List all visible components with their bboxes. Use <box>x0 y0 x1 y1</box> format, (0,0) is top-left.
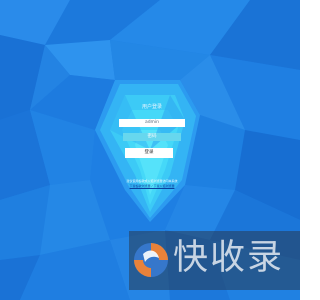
login-title: 用户登录 <box>141 104 162 110</box>
password-input[interactable] <box>123 133 181 141</box>
browser-note: 建议使用谷歌或火狐浏览器访问本系统 <box>126 179 178 183</box>
login-panel: 用户登录 登录 建议使用谷歌或火狐浏览器访问本系统 下载谷歌浏览器 / 下载火狐… <box>112 104 192 189</box>
login-button[interactable]: 登录 <box>125 148 173 158</box>
watermark: 快收录 <box>129 231 300 290</box>
username-input[interactable] <box>119 119 185 127</box>
browser-download-link[interactable]: 下载谷歌浏览器 / 下载火狐浏览器 <box>112 184 192 188</box>
watermark-logo-icon <box>134 243 168 277</box>
watermark-text: 快收录 <box>173 238 285 278</box>
login-screen: 用户登录 登录 建议使用谷歌或火狐浏览器访问本系统 下载谷歌浏览器 / 下载火狐… <box>0 0 300 300</box>
